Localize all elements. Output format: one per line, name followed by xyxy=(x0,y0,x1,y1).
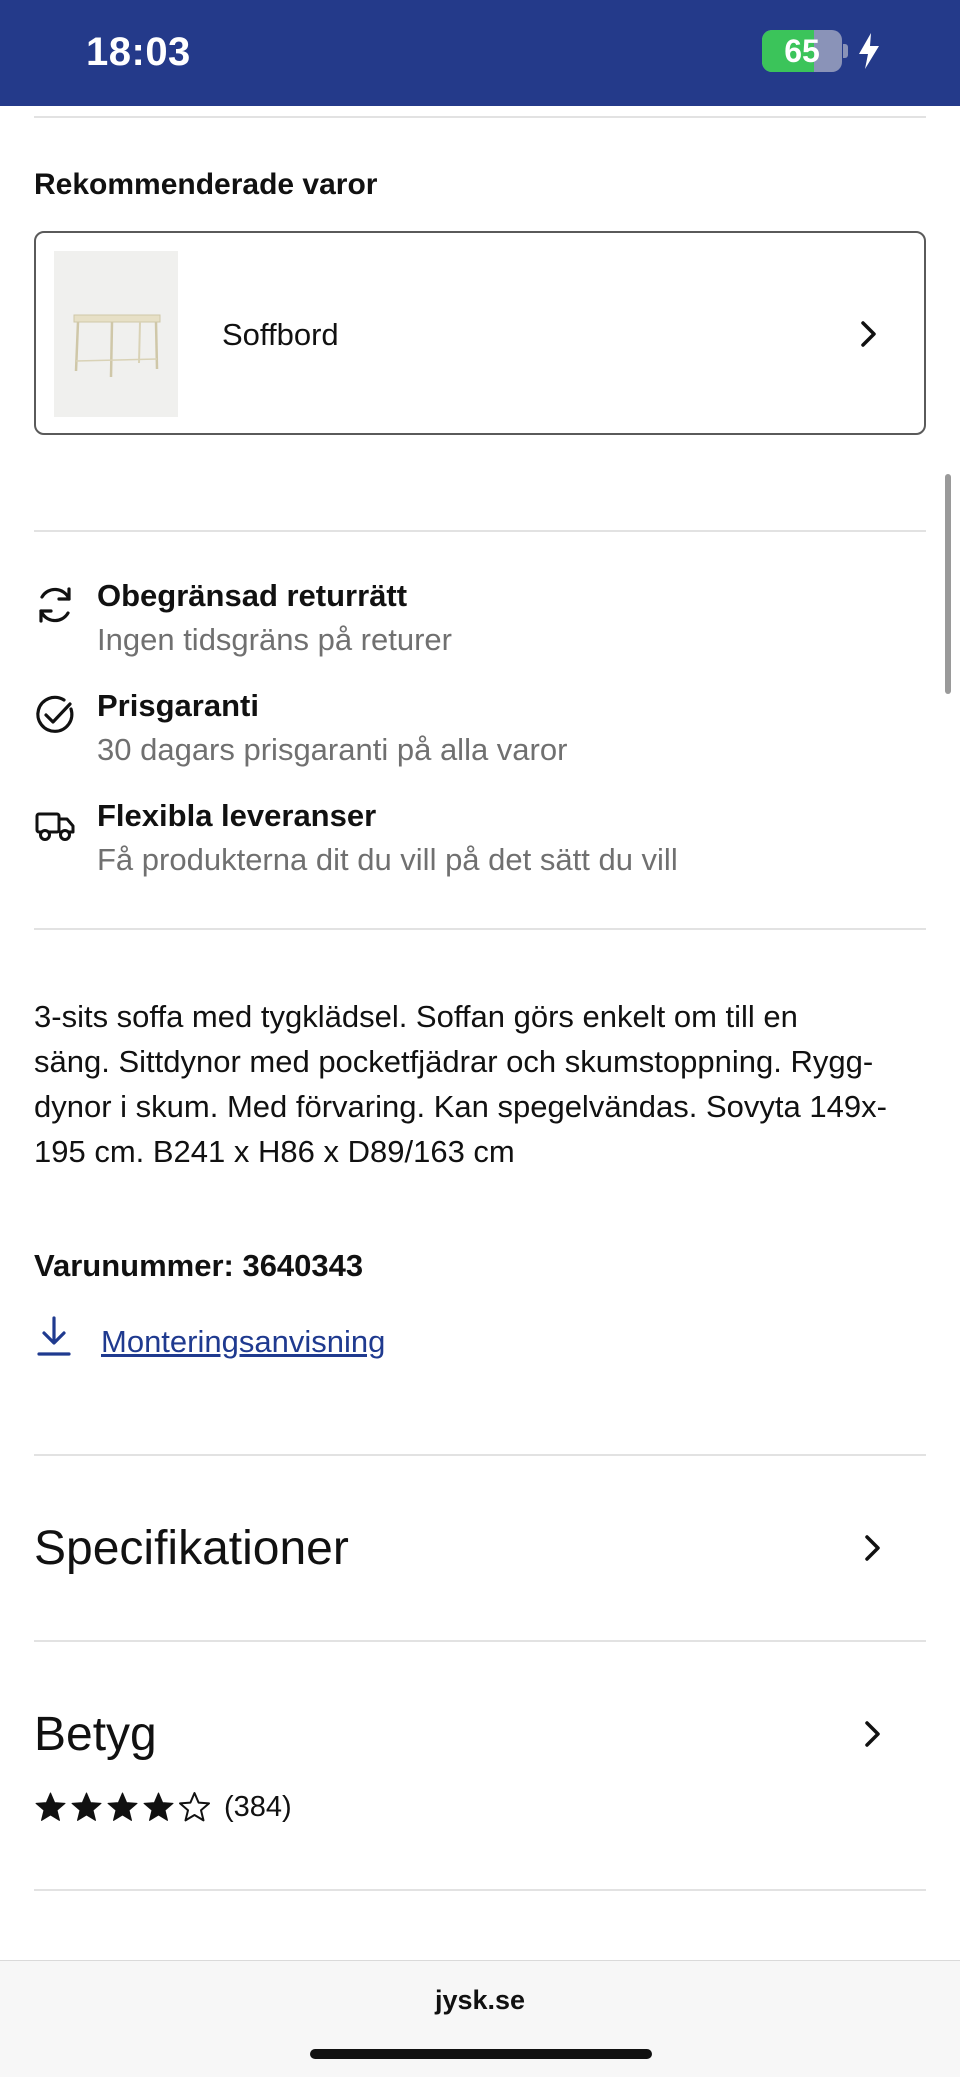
chevron-right-icon xyxy=(865,1721,880,1747)
rating-count: (384) xyxy=(224,1791,292,1823)
usp-title: Prisgaranti xyxy=(97,688,259,723)
home-indicator[interactable] xyxy=(310,2049,652,2059)
usp-subtitle: Ingen tidsgräns på returer xyxy=(97,622,452,657)
description-line: 3-sits soffa med tygklädsel. Soffan görs… xyxy=(34,999,798,1034)
product-description: 3-sits soffa med tygklädsel. Soffan görs… xyxy=(34,994,934,1174)
scrollbar-thumb[interactable] xyxy=(945,474,951,694)
browser-bottom-bar: jysk.se xyxy=(0,1960,960,2077)
star-empty-icon xyxy=(179,1791,210,1821)
divider xyxy=(34,530,926,532)
star-filled-icon xyxy=(143,1792,174,1821)
chevron-right-icon xyxy=(865,1535,880,1561)
usp-title: Flexibla leveranser xyxy=(97,798,377,833)
charging-bolt-icon xyxy=(859,33,879,69)
chevron-right-icon xyxy=(861,321,876,347)
battery-indicator: 65 xyxy=(762,30,842,72)
status-bar: 18:03 65 xyxy=(0,0,960,106)
star-filled-icon xyxy=(71,1792,102,1821)
check-circle-icon xyxy=(36,695,74,733)
battery-cap xyxy=(843,44,848,58)
divider xyxy=(34,116,926,118)
refresh-icon xyxy=(39,587,71,623)
assembly-instructions-link[interactable]: Monteringsanvisning xyxy=(34,1312,454,1372)
specifications-title: Specifikationer xyxy=(34,1522,349,1575)
usp-title: Obegränsad returrätt xyxy=(97,578,408,613)
rating-title: Betyg xyxy=(34,1708,157,1761)
status-time: 18:03 xyxy=(86,30,191,74)
assembly-instructions-label: Monteringsanvisning xyxy=(101,1324,386,1359)
description-line: 195 cm. B241 x H86 x D89/163 cm xyxy=(34,1134,515,1169)
usp-delivery: Flexibla leveranser Få produkterna dit d… xyxy=(34,798,926,894)
usp-subtitle: Få produkterna dit du vill på det sätt d… xyxy=(97,842,678,877)
description-line: säng. Sittdynor med pocketfjädrar och sk… xyxy=(34,1044,874,1079)
rating-stars xyxy=(34,1789,214,1825)
item-number: Varunummer: 3640343 xyxy=(34,1248,364,1283)
star-filled-icon xyxy=(35,1792,66,1821)
rating-accordion[interactable]: Betyg (384) xyxy=(34,1641,926,1889)
usp-returns: Obegränsad returrätt Ingen tidsgräns på … xyxy=(34,578,926,674)
usp-subtitle: 30 dagars prisgaranti på alla varor xyxy=(97,732,568,767)
specifications-accordion[interactable]: Specifikationer xyxy=(34,1455,926,1640)
truck-icon xyxy=(35,812,75,841)
recommended-item-label: Soffbord xyxy=(222,317,339,352)
recommended-item-card[interactable]: Soffbord xyxy=(34,231,926,435)
divider xyxy=(34,928,926,930)
usp-price-guarantee: Prisgaranti 30 dagars prisgaranti på all… xyxy=(34,688,926,784)
star-filled-icon xyxy=(107,1792,138,1821)
description-line: dynor i skum. Med förvaring. Kan spegelv… xyxy=(34,1089,887,1124)
product-thumbnail xyxy=(54,251,178,417)
battery-level: 65 xyxy=(784,33,820,69)
coffee-table-image xyxy=(73,314,161,378)
recommended-heading: Rekommenderade varor xyxy=(34,168,378,201)
divider xyxy=(34,1889,926,1891)
url-label[interactable]: jysk.se xyxy=(0,1985,960,2016)
download-icon xyxy=(37,1316,71,1356)
